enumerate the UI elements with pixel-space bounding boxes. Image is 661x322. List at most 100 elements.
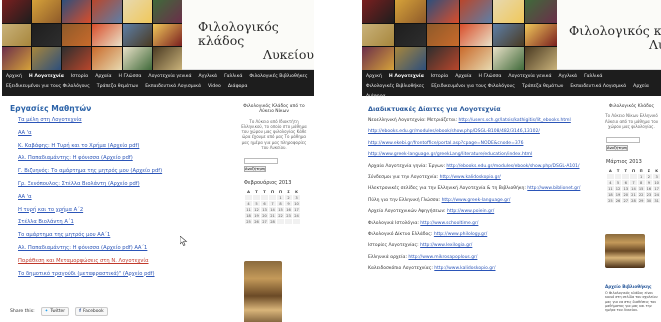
calendar-day[interactable]: 30 [644, 197, 654, 205]
header-photo-tile [92, 0, 122, 23]
calendar-day[interactable]: 28 [268, 218, 277, 226]
calendar-day[interactable]: 27 [260, 218, 269, 226]
nav-item[interactable]: Ιστορία [431, 72, 448, 82]
work-link[interactable]: Το δημοτικό τραγούδι (μεταφραστικά)" (Αρ… [18, 271, 222, 277]
work-link[interactable]: Η τυρή και το χρήμα Α΄2 [18, 207, 222, 213]
work-link[interactable]: Παράθεση και Μεταμορφώσεις στη Ν. Λογοτε… [18, 258, 222, 264]
resource-link[interactable]: http://ebooks.edu.gr/modules/ebook/show.… [446, 164, 579, 169]
nav-item[interactable]: Εξειδικευμένοι για τους Φιλολόγους [6, 82, 90, 92]
search-input[interactable] [606, 137, 640, 144]
work-link[interactable]: ΑΑ 'α [18, 130, 222, 136]
sidebar-heading: Φιλολογικός Κλάδος [608, 104, 655, 109]
search-button[interactable]: Αναζήτηση [244, 166, 266, 173]
header-photo-tile [122, 0, 152, 23]
work-link[interactable]: Αλ. Παπαδιαμάντης: Η φόνισσα (Αρχείο pdf… [18, 155, 222, 161]
nav-item[interactable]: Video [208, 82, 221, 92]
calendar-day[interactable]: 29 [636, 197, 646, 205]
nav-item[interactable]: Η Λογοτεχνία [29, 72, 64, 82]
link-list: Τα μέλη στη Λογοτεχνία ΑΑ 'α Κ. Καβάφης: Η… [2, 117, 222, 277]
nav-item[interactable]: Εκπαιδευτικά Λογισμικά [570, 82, 626, 92]
work-link[interactable]: Στέλλα Βιολάντη Α΄1 [18, 219, 222, 225]
header-photo-tile [152, 0, 182, 23]
resource-link[interactable]: http://www.kalidoskopio.gr/ [440, 175, 501, 180]
header-photo-tile [427, 0, 459, 23]
screenshot-collage: Φιλολογικός κλάδος Λυκείου Αρχική Η Λογοτ… [0, 0, 661, 322]
resource-label: Φιλολογικά Ιστολόγια: [368, 220, 421, 226]
nav-item[interactable]: Λογοτεχνία γενικά [148, 72, 191, 82]
resource-link[interactable]: http://www.kalidoskopio.gr/ [434, 266, 495, 271]
nav-item[interactable]: Γαλλικά [224, 72, 242, 82]
work-link[interactable]: Τα μέλη στη Λογοτεχνία [18, 117, 222, 123]
calendar-day[interactable]: 25 [244, 218, 253, 226]
work-link[interactable]: Κ. Καβάφης: Η Τυρή και το Χρήμα (Αρχείο … [18, 143, 222, 149]
work-link[interactable]: Το αμάρτημα της μητρός μου ΑΑ΄1 [18, 232, 222, 238]
resource-link[interactable]: http://www.greek-language.gr/ [442, 198, 511, 203]
calendar-day[interactable]: 27 [621, 197, 631, 205]
list-item: Πύλη για την Ελληνική Γλώσσα: http://www… [368, 198, 596, 203]
resource-link[interactable]: http://www.biblionet.gr/ [527, 186, 580, 191]
work-link[interactable]: Γρ. Ξενόπουλος: Στέλλα Βιολάντη (Αρχείο … [18, 181, 222, 187]
resource-link[interactable]: http://ebooks.edu.gr/modules/ebook/show.… [368, 129, 540, 134]
twitter-share-button[interactable]: ✦ Twitter [40, 307, 70, 316]
resource-link[interactable]: http://www.poiein.gr/ [447, 209, 494, 214]
post-title: Εργασίες Μαθητών [10, 104, 92, 113]
nav-item[interactable]: Αρχεία [633, 82, 649, 92]
calendar-day[interactable]: 25 [606, 197, 615, 205]
nav-item[interactable]: Εξειδικευμένοι για τους Φιλολόγους [431, 82, 515, 92]
nav-item[interactable]: Αρχική [366, 72, 382, 82]
nav-item[interactable]: Αρχαία [95, 72, 111, 82]
header-photo-tile [394, 47, 427, 70]
resource-link[interactable]: http://www.greek-language.gr/greekLang/l… [368, 152, 532, 157]
resource-label: Καλειδοσκόπιο Λογοτεχνίας: [368, 266, 435, 272]
site-title-line1: Φιλολογικός κλάδος [569, 23, 661, 38]
nav-item[interactable]: Η Γλώσσα [479, 72, 502, 82]
resource-link[interactable]: http://www.philology.gr/ [434, 232, 487, 237]
nav-item[interactable]: Φιλολογικές Βιβλιοθήκες [366, 82, 424, 92]
header-mosaic [362, 0, 557, 70]
calendar-day[interactable]: 26 [613, 197, 623, 205]
nav-item[interactable]: Η Λογοτεχνία [389, 72, 424, 82]
calendar-day[interactable]: 31 [652, 197, 661, 205]
nav-item[interactable]: Γαλλικά [584, 72, 602, 82]
header-photo-tile [362, 47, 394, 70]
facebook-share-button[interactable]: f Facebook [75, 307, 108, 316]
nav-item[interactable]: Αρχική [6, 72, 22, 82]
nav-item[interactable]: Εκπαιδευτικά Λογισμικά [145, 82, 201, 92]
resource-link[interactable]: http://www.lexilogia.gr/ [420, 243, 472, 248]
work-link[interactable]: Γ. Βιζυηνός: Το αμάρτημα της μητρός μου … [18, 168, 222, 174]
site-title[interactable]: Φιλολογικός κλάδος Λυκείου [198, 20, 314, 61]
nav-item[interactable]: Ιστορία [71, 72, 88, 82]
list-item: Φιλολογικό Δίκτυο Ελλάδος: http://www.ph… [368, 232, 596, 237]
search-input[interactable] [244, 158, 278, 165]
calendar-day [292, 218, 301, 226]
nav-item[interactable]: Διάφορα [228, 82, 248, 92]
nav-item[interactable]: Αρχαία [455, 72, 471, 82]
header-photo-tile [459, 0, 492, 23]
nav-item[interactable]: Αγγλικά [198, 72, 217, 82]
list-item: Ηλεκτρονικές σελίδες για την Ελληνική Λο… [368, 186, 596, 191]
resource-link[interactable]: http://www.schooltime.gr/ [420, 221, 478, 226]
resource-link[interactable]: http://www.mikrosapoplous.gr/ [408, 255, 477, 260]
post-title: Διαδικτυακές Δίαιτες για Λογοτεχνία [368, 105, 501, 113]
header-photo-tile [394, 0, 427, 23]
facebook-icon: f [79, 309, 81, 314]
nav-item[interactable]: Τράπεζα θεμάτων [97, 82, 138, 92]
site-title[interactable]: Φιλολογικός κλάδος Λυκείου [569, 24, 661, 52]
nav-item[interactable]: Η Γλώσσα [119, 72, 142, 82]
site-title-line2: Λυκείου [263, 46, 314, 62]
nav-item[interactable]: Τράπεζα θεμάτων [522, 82, 563, 92]
header-photo-tile [2, 23, 32, 47]
resource-link[interactable]: http://www.ekebi.gr/frontoffice/portal.a… [368, 141, 523, 146]
resource-label: Νεοελληνική Λογοτεχνία: Μετριάζεται: [368, 118, 459, 123]
nav-item[interactable]: Φιλολογικές Βιβλιοθήκες [249, 72, 307, 82]
resource-link[interactable]: http://users.sch.gr/latsis/kathigitis/li… [458, 118, 570, 123]
nav-item[interactable]: Λογοτεχνία γενικά [508, 72, 551, 82]
resource-label: Ιστορίες Λογοτεχνίας: [368, 243, 421, 249]
calendar-day[interactable]: 26 [252, 218, 261, 226]
work-link[interactable]: ΑΑ 'α [18, 194, 222, 200]
nav-item[interactable]: Αγγλικά [558, 72, 577, 82]
search-button[interactable]: Αναζήτηση [606, 145, 628, 152]
left-screenshot: Φιλολογικός κλάδος Λυκείου Αρχική Η Λογοτ… [2, 0, 314, 322]
work-link[interactable]: Αλ. Παπαδιαμάντης: Η φόνισσα (Αρχείο pdf… [18, 245, 222, 251]
calendar-day[interactable]: 28 [629, 197, 638, 205]
